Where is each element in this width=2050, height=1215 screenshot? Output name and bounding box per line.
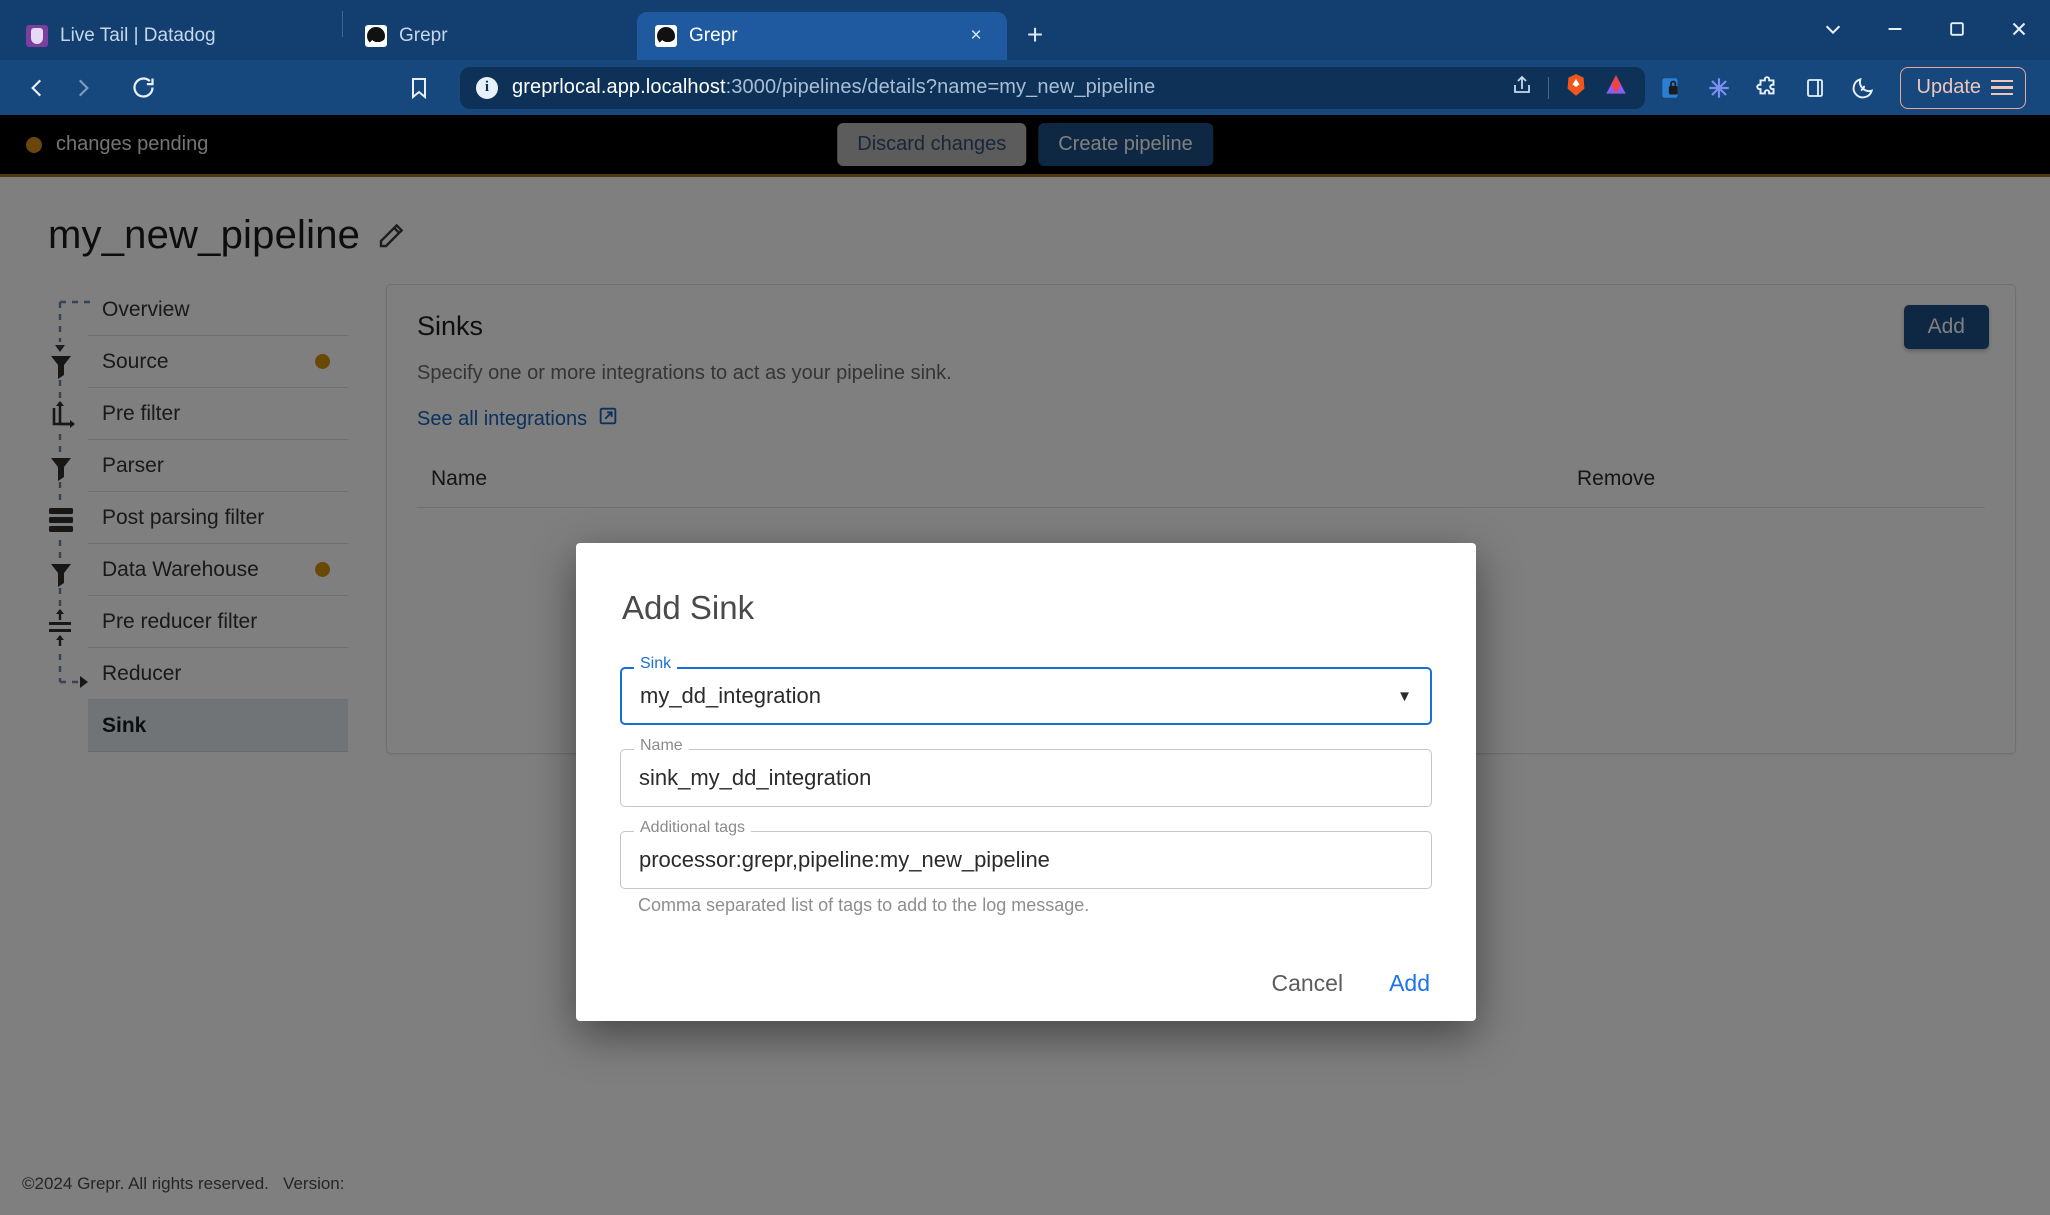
tab-separator bbox=[342, 11, 343, 37]
additional-tags-value: processor:grepr,pipeline:my_new_pipeline bbox=[639, 847, 1050, 872]
update-label: Update bbox=[1916, 76, 1982, 98]
browser-tabstrip: Live Tail | Datadog Grepr Grepr × + bbox=[0, 0, 2050, 60]
web-page: changes pending Discard changes Create p… bbox=[0, 115, 2050, 1215]
night-mode-icon[interactable] bbox=[1842, 67, 1884, 109]
sink-select[interactable]: my_dd_integration ▼ bbox=[620, 667, 1432, 725]
cancel-button[interactable]: Cancel bbox=[1271, 970, 1343, 997]
chevron-down-icon[interactable]: ▼ bbox=[1397, 688, 1412, 705]
sink-field-label: Sink bbox=[634, 656, 678, 672]
window-controls bbox=[1802, 0, 2050, 58]
browser-toolbar-actions: Update bbox=[1650, 66, 2037, 109]
browser-window: Live Tail | Datadog Grepr Grepr × + i gr… bbox=[0, 0, 2050, 1215]
omnibox-actions bbox=[1510, 72, 1629, 103]
dialog-title: Add Sink bbox=[622, 589, 755, 626]
minimize-icon[interactable] bbox=[1864, 0, 1926, 58]
extensions-puzzle-icon[interactable] bbox=[1746, 67, 1788, 109]
password-manager-icon[interactable] bbox=[1650, 67, 1692, 109]
grepr-icon bbox=[655, 25, 677, 47]
tab-title: Grepr bbox=[399, 25, 448, 46]
browser-tab-1[interactable]: Grepr bbox=[347, 12, 637, 60]
close-icon[interactable] bbox=[1988, 0, 2050, 58]
url-text: greprlocal.app.localhost:3000/pipelines/… bbox=[512, 76, 1155, 99]
browser-tab-0[interactable]: Live Tail | Datadog bbox=[8, 12, 338, 60]
maximize-icon[interactable] bbox=[1926, 0, 1988, 58]
omnibox-divider bbox=[1548, 76, 1549, 99]
update-button[interactable]: Update bbox=[1899, 66, 2026, 109]
confirm-add-button[interactable]: Add bbox=[1389, 970, 1430, 997]
hamburger-menu-icon[interactable] bbox=[1991, 79, 2013, 96]
name-field[interactable]: Name sink_my_dd_integration bbox=[620, 738, 1432, 807]
add-sink-dialog: Add Sink Sink my_dd_integration ▼ Name s… bbox=[576, 543, 1476, 1021]
brave-lion-icon[interactable] bbox=[1563, 72, 1589, 103]
bookmark-icon[interactable] bbox=[396, 65, 442, 111]
tab-title: Live Tail | Datadog bbox=[60, 25, 216, 46]
additional-tags-input[interactable]: processor:grepr,pipeline:my_new_pipeline bbox=[620, 831, 1432, 889]
name-input-value: sink_my_dd_integration bbox=[639, 765, 872, 790]
new-tab-button[interactable]: + bbox=[1015, 15, 1055, 55]
reload-icon[interactable] bbox=[120, 65, 166, 111]
browser-navbar: i greprlocal.app.localhost:3000/pipeline… bbox=[0, 60, 2050, 115]
chevron-down-icon[interactable] bbox=[1802, 0, 1864, 58]
close-icon[interactable]: × bbox=[963, 23, 989, 49]
sink-select-value: my_dd_integration bbox=[640, 683, 822, 708]
additional-tags-field[interactable]: Additional tags processor:grepr,pipeline… bbox=[620, 820, 1432, 889]
leo-ai-icon[interactable] bbox=[1603, 72, 1629, 103]
dialog-actions: Cancel Add bbox=[1271, 970, 1430, 997]
name-input[interactable]: sink_my_dd_integration bbox=[620, 749, 1432, 807]
url-host: greprlocal.app.localhost bbox=[512, 76, 726, 98]
back-icon[interactable] bbox=[14, 65, 60, 111]
name-field-label: Name bbox=[634, 738, 689, 754]
sidebar-toggle-icon[interactable] bbox=[1794, 67, 1836, 109]
forward-icon[interactable] bbox=[60, 65, 106, 111]
extension-asterisk-icon[interactable] bbox=[1698, 67, 1740, 109]
share-icon[interactable] bbox=[1510, 73, 1534, 102]
additional-tags-hint: Comma separated list of tags to add to t… bbox=[638, 895, 1090, 915]
tab-title: Grepr bbox=[689, 25, 738, 46]
browser-tab-2[interactable]: Grepr × bbox=[637, 12, 1007, 60]
site-info-icon[interactable]: i bbox=[476, 76, 498, 99]
additional-tags-label: Additional tags bbox=[634, 820, 751, 836]
url-path: :3000/pipelines/details?name=my_new_pipe… bbox=[725, 76, 1156, 98]
address-bar[interactable]: i greprlocal.app.localhost:3000/pipeline… bbox=[460, 66, 1645, 109]
sink-select-field[interactable]: Sink my_dd_integration ▼ bbox=[620, 656, 1432, 725]
datadog-icon bbox=[26, 25, 48, 47]
grepr-icon bbox=[365, 25, 387, 47]
